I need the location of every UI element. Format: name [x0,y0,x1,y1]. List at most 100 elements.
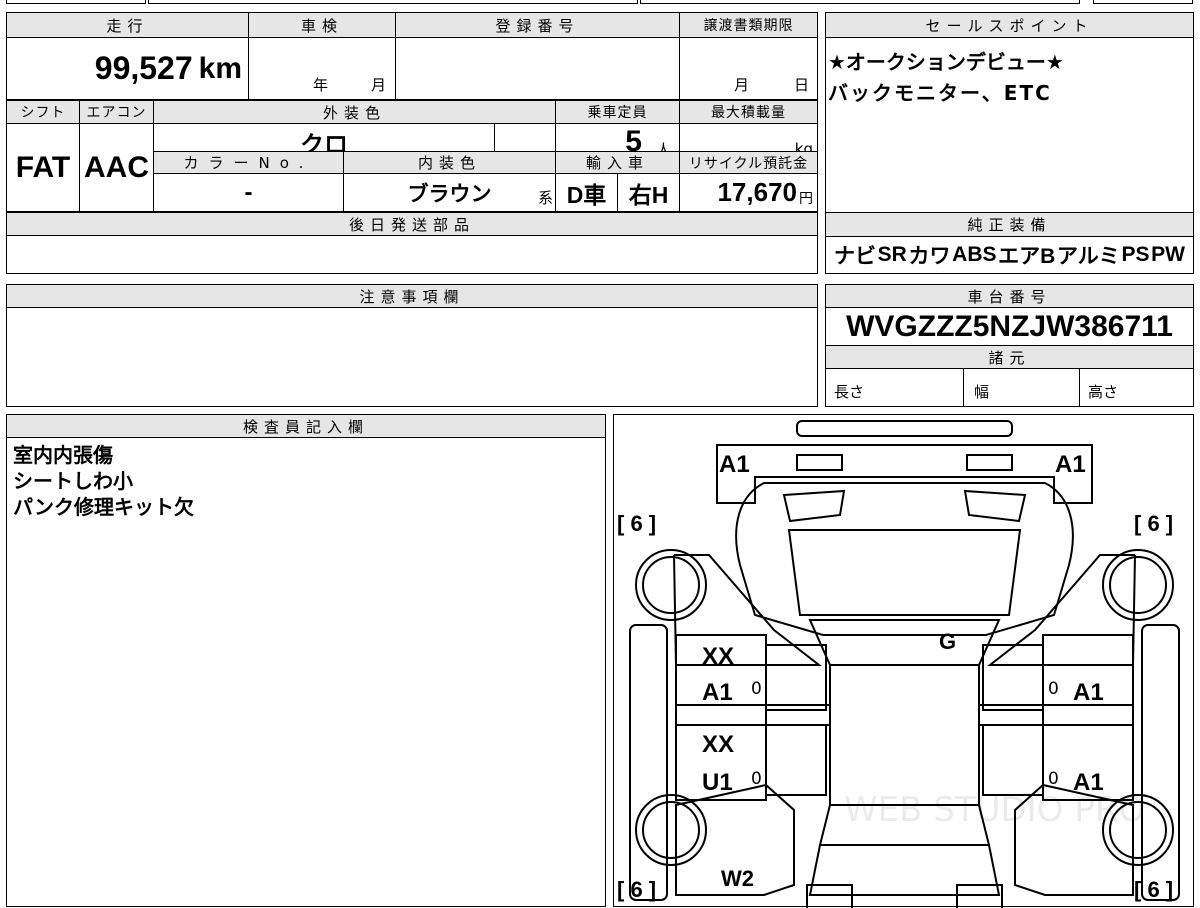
roof [829,664,980,806]
headlight-left [796,454,843,471]
tire-rear-right: [ 6 ] [1134,877,1174,902]
wheel-rear-left [635,794,707,866]
registration-cell [395,37,680,100]
inspector-header: 検査員記入欄 [6,414,606,438]
rear-door-left-sub: 0 [751,769,762,789]
damage-front-door-left-1: XX [702,643,735,670]
interior-color-header: 内装色 [343,151,556,174]
hood-vent-left [782,489,846,523]
equipment-header: 純正装備 [825,212,1194,237]
inspector-line: シートしわ小 [13,469,133,493]
aircon-cell: AAC [79,123,154,212]
inspector-line: 室内内張傷 [13,443,113,467]
equipment-item: カワ [908,245,951,268]
notes-area [6,307,818,407]
deadline-day-unit: 日 [794,76,810,94]
equipment-item: ナビ [834,245,876,268]
interior-color-value: ブラウン [407,182,492,206]
wheel-front-left-inner [642,556,700,614]
equipment-item: PS [1121,243,1150,266]
trunk [808,844,1001,896]
tire-front-left: [ 6 ] [617,511,657,536]
rear-bumper-right [956,884,1003,908]
specs-header: 諸元 [825,345,1194,369]
rear-window-right [982,724,1044,796]
damage-windshield: G [939,629,957,654]
damage-front-right: A1 [1055,451,1086,478]
equipment-area: ナビ SR カワ ABS エアB アルミ PS PW [825,236,1194,274]
shaken-month-unit: 月 [371,76,387,94]
shift-header: シフト [6,100,80,124]
inspector-line: パンク修理キット欠 [13,495,194,519]
wheel-front-left [635,549,707,621]
spec-height-cell: 高さ [1079,368,1194,407]
transfer-deadline-header: 譲渡書類期限 [679,12,818,38]
front-bumper [716,444,1093,504]
spec-length-label: 長さ [834,383,865,401]
front-bumper-slot [796,420,1013,437]
sill-right [1141,624,1180,901]
damage-rear-left: W2 [721,866,754,891]
front-window-right [982,644,1044,711]
wheel-front-right-inner [1109,556,1167,614]
handle-cell: 右H [617,173,680,212]
chassis-cell: WVGZZZ5NZJW386711 [825,307,1194,346]
spec-height-label: 高さ [1088,383,1119,401]
exterior-color-header: 外装色 [153,100,556,124]
top-fragment-far-right [1093,0,1193,4]
mileage-header: 走行 [6,12,249,38]
import-header: 輸入車 [555,151,680,174]
registration-header: 登録番号 [395,12,680,38]
spec-width-cell: 幅 [963,368,1080,407]
mileage-unit: km [198,51,242,85]
aircon-value: AAC [84,150,149,184]
chassis-number: WVGZZZ5NZJW386711 [846,309,1173,343]
deadline-month-unit: 月 [734,76,750,94]
windshield [808,619,1001,666]
top-fragment-right [640,0,1080,4]
top-fragment-left [6,0,146,4]
color-no-value: - [244,178,253,206]
watermark: WEB STUDIO PRO [844,790,1146,830]
hood-inner [787,529,1022,616]
recycle-cell: 17,670 円 [679,173,818,212]
rear-door-right-sub: 0 [1048,769,1059,789]
recycle-unit: 円 [799,190,813,207]
sill-left [629,624,668,901]
equipment-item: PW [1151,243,1185,266]
damage-front-left: A1 [719,451,750,478]
equipment-item: エアB [998,245,1056,268]
equipment-item: SR [877,243,907,266]
interior-color-cell: ブラウン 系 [343,173,556,212]
mileage-value: 99,527 [94,50,193,86]
wheel-front-right [1102,549,1174,621]
front-window-left [765,644,827,711]
spec-length-cell: 長さ [825,368,964,407]
front-door-right-sub: 0 [1048,679,1059,699]
rear-window-left [765,724,827,796]
max-load-header: 最大積載量 [679,100,818,124]
mileage-cell: 99,527 km [6,37,249,100]
damage-front-door-right: A1 [1073,679,1104,706]
vehicle-info-table: 走行 車検 登録番号 譲渡書類期限 99,527 km 年 月 月 日 シフト … [6,12,818,212]
tire-rear-left: [ 6 ] [617,877,657,902]
handle-value: 右H [628,181,669,208]
color-no-header: カラーNo. [153,151,344,174]
transfer-deadline-cell: 月 日 [679,37,818,100]
interior-color-suffix: 系 [537,189,553,207]
capacity-header: 乗車定員 [555,100,680,124]
chassis-header: 車台番号 [825,284,1194,308]
sales-point-line2: バックモニター、ETC [828,81,1052,105]
sales-point-line1: ★オークションデビュー★ [828,50,1064,74]
tire-front-right: [ 6 ] [1134,511,1174,536]
spec-width-label: 幅 [974,383,990,401]
damage-rear-door-left-2: U1 [702,769,733,796]
shift-cell: FAT [6,123,80,212]
shaken-cell: 年 月 [248,37,396,100]
shift-value: FAT [15,150,71,184]
hood-vent-right [963,489,1027,523]
wheel-rear-left-inner [642,801,700,859]
damage-front-door-left-2: A1 [702,679,733,706]
car-diagram-frame: A1 A1 [ 6 ] [ 6 ] G XX A1 0 0 A1 XX U1 0… [613,414,1194,908]
dealer-value: D車 [566,181,607,208]
